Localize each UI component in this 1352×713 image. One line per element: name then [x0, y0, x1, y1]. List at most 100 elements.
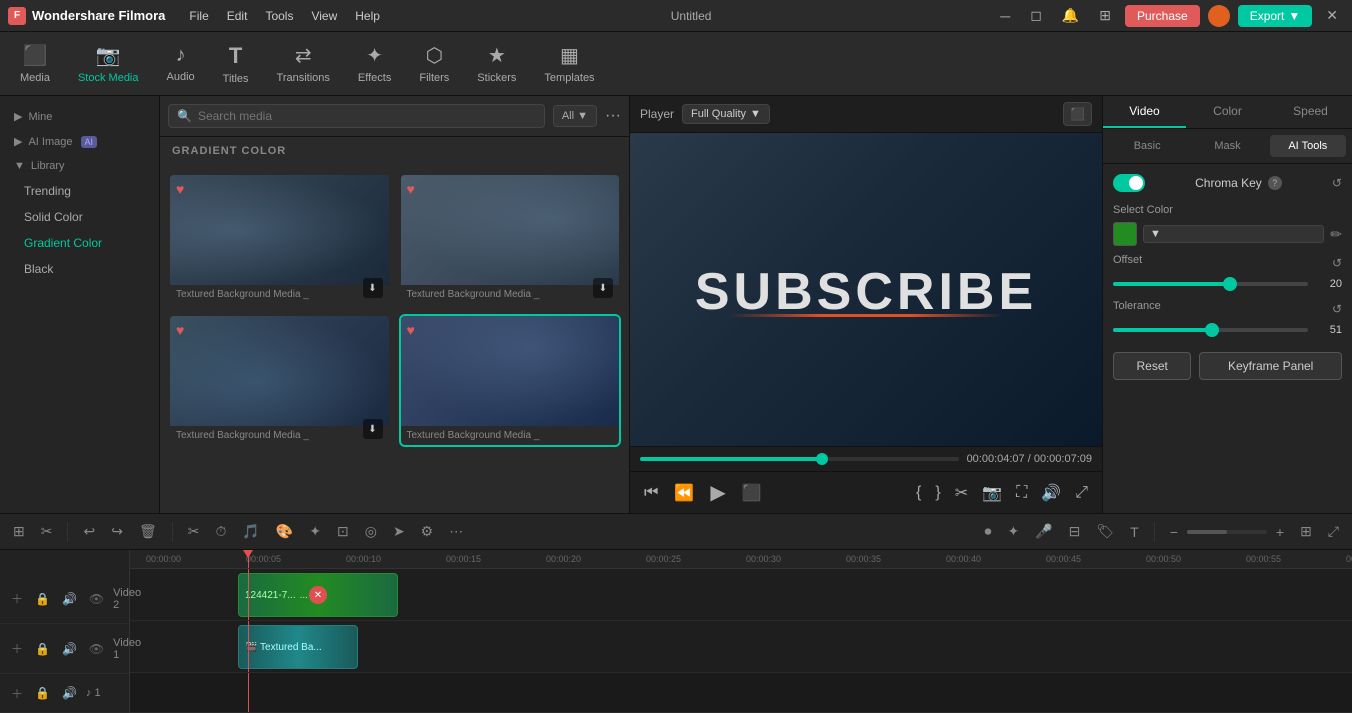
tolerance-reset-icon[interactable]: ↺ [1332, 302, 1342, 316]
sidebar-item-solid-color[interactable]: Solid Color [0, 204, 159, 230]
tool-stock-media[interactable]: 📷 Stock Media [66, 37, 151, 90]
tl-ai-btn[interactable]: ⚙ [416, 520, 439, 543]
tool-stickers[interactable]: ★ Stickers [465, 37, 528, 90]
clip-video1[interactable]: 🎬 Textured Ba... [238, 625, 358, 669]
expand-button[interactable]: ⤢ [1071, 479, 1092, 507]
track-eye-btn-2[interactable]: 👁 [86, 591, 107, 607]
menu-help[interactable]: Help [347, 6, 388, 26]
media-item-1[interactable]: ♥ ⬇ Textured Background Media _ [168, 173, 391, 306]
offset-slider[interactable] [1113, 282, 1308, 286]
tool-filters[interactable]: ⬡ Filters [407, 37, 461, 90]
sidebar-item-ai-image[interactable]: ▶ AI Image AI [0, 129, 159, 154]
download-icon-3[interactable]: ⬇ [363, 419, 383, 439]
subtab-mask[interactable]: Mask [1189, 135, 1265, 157]
mark-out-button[interactable]: } [931, 479, 944, 507]
track-add-btn-2[interactable]: ＋ [8, 589, 26, 608]
export-button[interactable]: Export ▼ [1238, 5, 1313, 27]
clip-button[interactable]: ✂ [951, 479, 972, 507]
sidebar-item-trending[interactable]: Trending [0, 178, 159, 204]
menu-file[interactable]: File [181, 6, 216, 26]
tool-effects[interactable]: ✦ Effects [346, 37, 403, 90]
subtab-ai-tools[interactable]: AI Tools [1270, 135, 1346, 157]
tool-templates[interactable]: ▦ Templates [532, 37, 606, 90]
sidebar-item-library[interactable]: ▼ Library [0, 154, 159, 178]
zoom-slider[interactable] [1187, 530, 1267, 534]
tl-record-btn[interactable]: ⏺ [979, 520, 996, 543]
sidebar-item-gradient-color[interactable]: Gradient Color [0, 230, 159, 256]
tl-text-btn[interactable]: T [1125, 521, 1144, 543]
tab-speed[interactable]: Speed [1269, 96, 1352, 128]
track-eye-btn-1[interactable]: 👁 [86, 641, 107, 657]
progress-bar[interactable] [640, 457, 959, 461]
search-box[interactable]: 🔍 [168, 104, 545, 128]
purchase-button[interactable]: Purchase [1125, 5, 1200, 27]
skip-back-button[interactable]: ⏮ [640, 480, 662, 506]
tl-split2-btn[interactable]: ⊟ [1064, 520, 1086, 543]
layout-btn[interactable]: ⊞ [1093, 7, 1117, 24]
media-item-4[interactable]: ♥ Textured Background Media _ [399, 314, 622, 447]
avatar[interactable] [1208, 5, 1230, 27]
tl-redo-btn[interactable]: ↪ [106, 520, 128, 543]
quality-select[interactable]: Full Quality ▼ [682, 104, 770, 124]
track-add-btn-1[interactable]: ＋ [8, 639, 26, 658]
offset-handle[interactable] [1223, 277, 1237, 291]
color-dropdown[interactable]: ▼ [1143, 225, 1324, 243]
track-audio-btn-a1[interactable]: 🔊 [59, 685, 80, 701]
tl-effects-btn[interactable]: ✦ [304, 520, 326, 543]
more-options-button[interactable]: ··· [605, 107, 621, 125]
track-add-btn-a1[interactable]: ＋ [8, 684, 26, 703]
menu-tools[interactable]: Tools [257, 6, 301, 26]
eyedropper-icon[interactable]: ✏ [1330, 226, 1342, 243]
tab-color[interactable]: Color [1186, 96, 1269, 128]
tl-audio-btn[interactable]: 🎵 [237, 520, 264, 543]
menu-view[interactable]: View [303, 6, 345, 26]
clip-video2[interactable]: 124421-7... ... ✕ [238, 573, 398, 617]
tl-mic-btn[interactable]: 🎤 [1030, 520, 1057, 543]
sidebar-item-mine[interactable]: ▶ Mine [0, 104, 159, 129]
fullscreen-button[interactable]: ⛶ [1012, 479, 1031, 507]
track-lock-btn-1[interactable]: 🔒 [32, 641, 53, 657]
tool-audio[interactable]: ♪ Audio [155, 38, 207, 89]
tool-transitions[interactable]: ⇄ Transitions [265, 37, 342, 90]
minimize-btn[interactable]: ─ [994, 8, 1016, 24]
stop-button[interactable]: ⬛ [738, 479, 766, 507]
track-audio-btn-2[interactable]: 🔊 [59, 591, 80, 607]
keyframe-button[interactable]: Keyframe Panel [1199, 352, 1342, 380]
tool-titles[interactable]: T Titles [211, 37, 261, 91]
tl-expand-btn[interactable]: ⤢ [1323, 520, 1344, 543]
tl-split-btn[interactable]: ✂ [36, 520, 58, 543]
track-lock-btn-a1[interactable]: 🔒 [32, 685, 53, 701]
tl-more-btn[interactable]: ⋯ [444, 520, 468, 543]
tl-stabilize-btn[interactable]: ◎ [360, 520, 382, 543]
filter-button[interactable]: All ▼ [553, 105, 597, 127]
help-icon[interactable]: ? [1268, 176, 1282, 190]
tl-undo-btn[interactable]: ↩ [78, 520, 100, 543]
tl-motion-btn[interactable]: ➤ [388, 520, 410, 543]
download-icon-2[interactable]: ⬇ [593, 278, 613, 298]
tl-snap-btn[interactable]: ⊞ [8, 520, 30, 543]
close-btn[interactable]: ✕ [1320, 7, 1344, 24]
volume-button[interactable]: 🔊 [1037, 479, 1065, 507]
search-input[interactable] [198, 109, 536, 123]
notification-btn[interactable]: 🔔 [1056, 7, 1085, 24]
tl-color-btn[interactable]: 🎨 [271, 520, 298, 543]
tab-video[interactable]: Video [1103, 96, 1186, 128]
chroma-reset-icon[interactable]: ↺ [1332, 176, 1342, 190]
tolerance-slider[interactable] [1113, 328, 1308, 332]
track-audio-btn-1[interactable]: 🔊 [59, 641, 80, 657]
frame-back-button[interactable]: ⏪ [670, 479, 698, 507]
tl-delete-btn[interactable]: 🗑 [134, 520, 162, 543]
offset-reset-icon[interactable]: ↺ [1332, 256, 1342, 270]
clip-x-button[interactable]: ✕ [309, 586, 327, 604]
snapshot-button[interactable]: 📷 [978, 479, 1006, 507]
tl-cut-btn[interactable]: ✂ [183, 520, 205, 543]
color-swatch[interactable] [1113, 222, 1137, 246]
zoom-in-btn[interactable]: + [1271, 521, 1289, 543]
tool-media[interactable]: ⬛ Media [8, 37, 62, 90]
progress-handle[interactable] [816, 453, 828, 465]
preview-icon[interactable]: ⬛ [1063, 102, 1092, 126]
reset-button[interactable]: Reset [1113, 352, 1191, 380]
zoom-out-btn[interactable]: − [1165, 521, 1183, 543]
play-button[interactable]: ▶ [706, 476, 729, 509]
media-item-3[interactable]: ♥ ⬇ Textured Background Media _ [168, 314, 391, 447]
